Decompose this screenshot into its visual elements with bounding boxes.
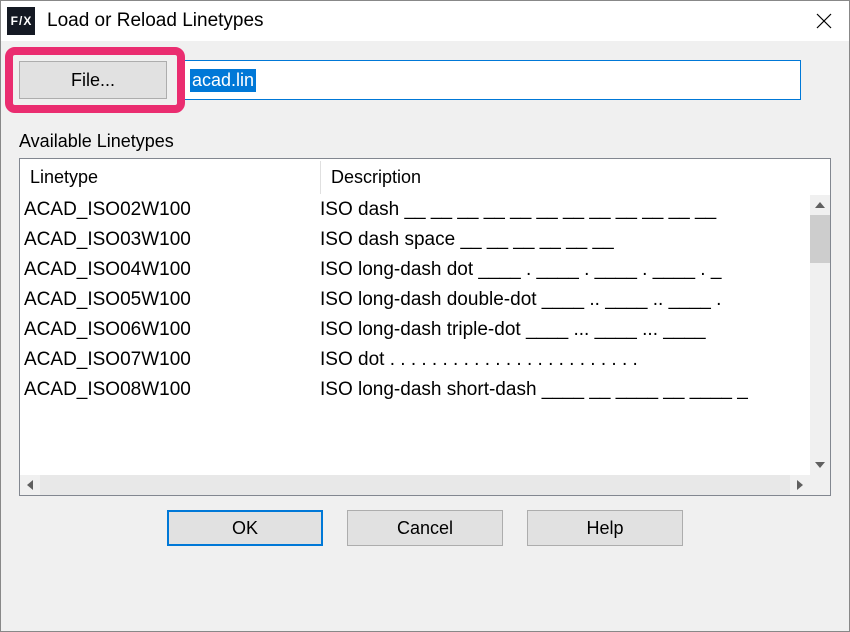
- file-input-value: acad.lin: [190, 69, 256, 92]
- list-item[interactable]: ACAD_ISO08W100 ISO long-dash short-dash …: [24, 375, 810, 405]
- cancel-button[interactable]: Cancel: [347, 510, 503, 546]
- hscroll-track[interactable]: [40, 475, 790, 495]
- scroll-left-icon[interactable]: [20, 475, 40, 495]
- list-item[interactable]: ACAD_ISO04W100 ISO long-dash dot ____ . …: [24, 255, 810, 285]
- file-row: File... acad.lin: [19, 51, 831, 109]
- linetype-desc: ISO dash space __ __ __ __ __ __: [320, 229, 810, 251]
- scroll-up-icon[interactable]: [810, 195, 830, 215]
- list-item[interactable]: ACAD_ISO02W100 ISO dash __ __ __ __ __ _…: [24, 195, 810, 225]
- scroll-down-icon[interactable]: [810, 455, 830, 475]
- linetype-desc: ISO dot . . . . . . . . . . . . . . . . …: [320, 349, 810, 371]
- window-title: Load or Reload Linetypes: [47, 10, 799, 32]
- linetype-name: ACAD_ISO05W100: [24, 289, 320, 311]
- linetype-name: ACAD_ISO03W100: [24, 229, 320, 251]
- available-linetypes-label: Available Linetypes: [19, 131, 831, 152]
- list-item[interactable]: ACAD_ISO05W100 ISO long-dash double-dot …: [24, 285, 810, 315]
- list-body-wrap: ACAD_ISO02W100 ISO dash __ __ __ __ __ _…: [20, 195, 830, 475]
- app-icon: F/X: [7, 7, 35, 35]
- linetype-name: ACAD_ISO07W100: [24, 349, 320, 371]
- linetype-name: ACAD_ISO02W100: [24, 199, 320, 221]
- linetype-desc: ISO long-dash triple-dot ____ ... ____ .…: [320, 319, 810, 341]
- file-button[interactable]: File...: [19, 61, 167, 99]
- linetype-name: ACAD_ISO08W100: [24, 379, 320, 401]
- ok-button[interactable]: OK: [167, 510, 323, 546]
- dialog-content: File... acad.lin Available Linetypes Lin…: [1, 41, 849, 631]
- scroll-corner: [810, 475, 830, 495]
- scroll-right-icon[interactable]: [790, 475, 810, 495]
- linetype-name: ACAD_ISO06W100: [24, 319, 320, 341]
- list-item[interactable]: ACAD_ISO07W100 ISO dot . . . . . . . . .…: [24, 345, 810, 375]
- scroll-thumb[interactable]: [810, 215, 830, 263]
- linetype-desc: ISO long-dash double-dot ____ .. ____ ..…: [320, 289, 810, 311]
- linetypes-listbox: Linetype Description ACAD_ISO02W100 ISO …: [19, 158, 831, 496]
- help-button[interactable]: Help: [527, 510, 683, 546]
- list-body[interactable]: ACAD_ISO02W100 ISO dash __ __ __ __ __ _…: [20, 195, 810, 475]
- column-header-linetype[interactable]: Linetype: [20, 161, 320, 194]
- linetype-desc: ISO long-dash dot ____ . ____ . ____ . _…: [320, 259, 810, 281]
- close-button[interactable]: [799, 1, 849, 41]
- list-item[interactable]: ACAD_ISO03W100 ISO dash space __ __ __ _…: [24, 225, 810, 255]
- close-icon: [816, 13, 832, 29]
- column-header-description[interactable]: Description: [320, 161, 810, 194]
- linetype-desc: ISO dash __ __ __ __ __ __ __ __ __ __ _…: [320, 199, 810, 221]
- list-item[interactable]: ACAD_ISO06W100 ISO long-dash triple-dot …: [24, 315, 810, 345]
- linetype-name: ACAD_ISO04W100: [24, 259, 320, 281]
- vertical-scrollbar[interactable]: [810, 195, 830, 475]
- titlebar: F/X Load or Reload Linetypes: [1, 1, 849, 41]
- list-header: Linetype Description: [20, 159, 830, 195]
- horizontal-scrollbar[interactable]: [20, 475, 830, 495]
- file-input[interactable]: acad.lin: [183, 60, 801, 100]
- button-row: OK Cancel Help: [19, 510, 831, 546]
- linetype-desc: ISO long-dash short-dash ____ __ ____ __…: [320, 379, 810, 401]
- dialog-window: F/X Load or Reload Linetypes File... aca…: [0, 0, 850, 632]
